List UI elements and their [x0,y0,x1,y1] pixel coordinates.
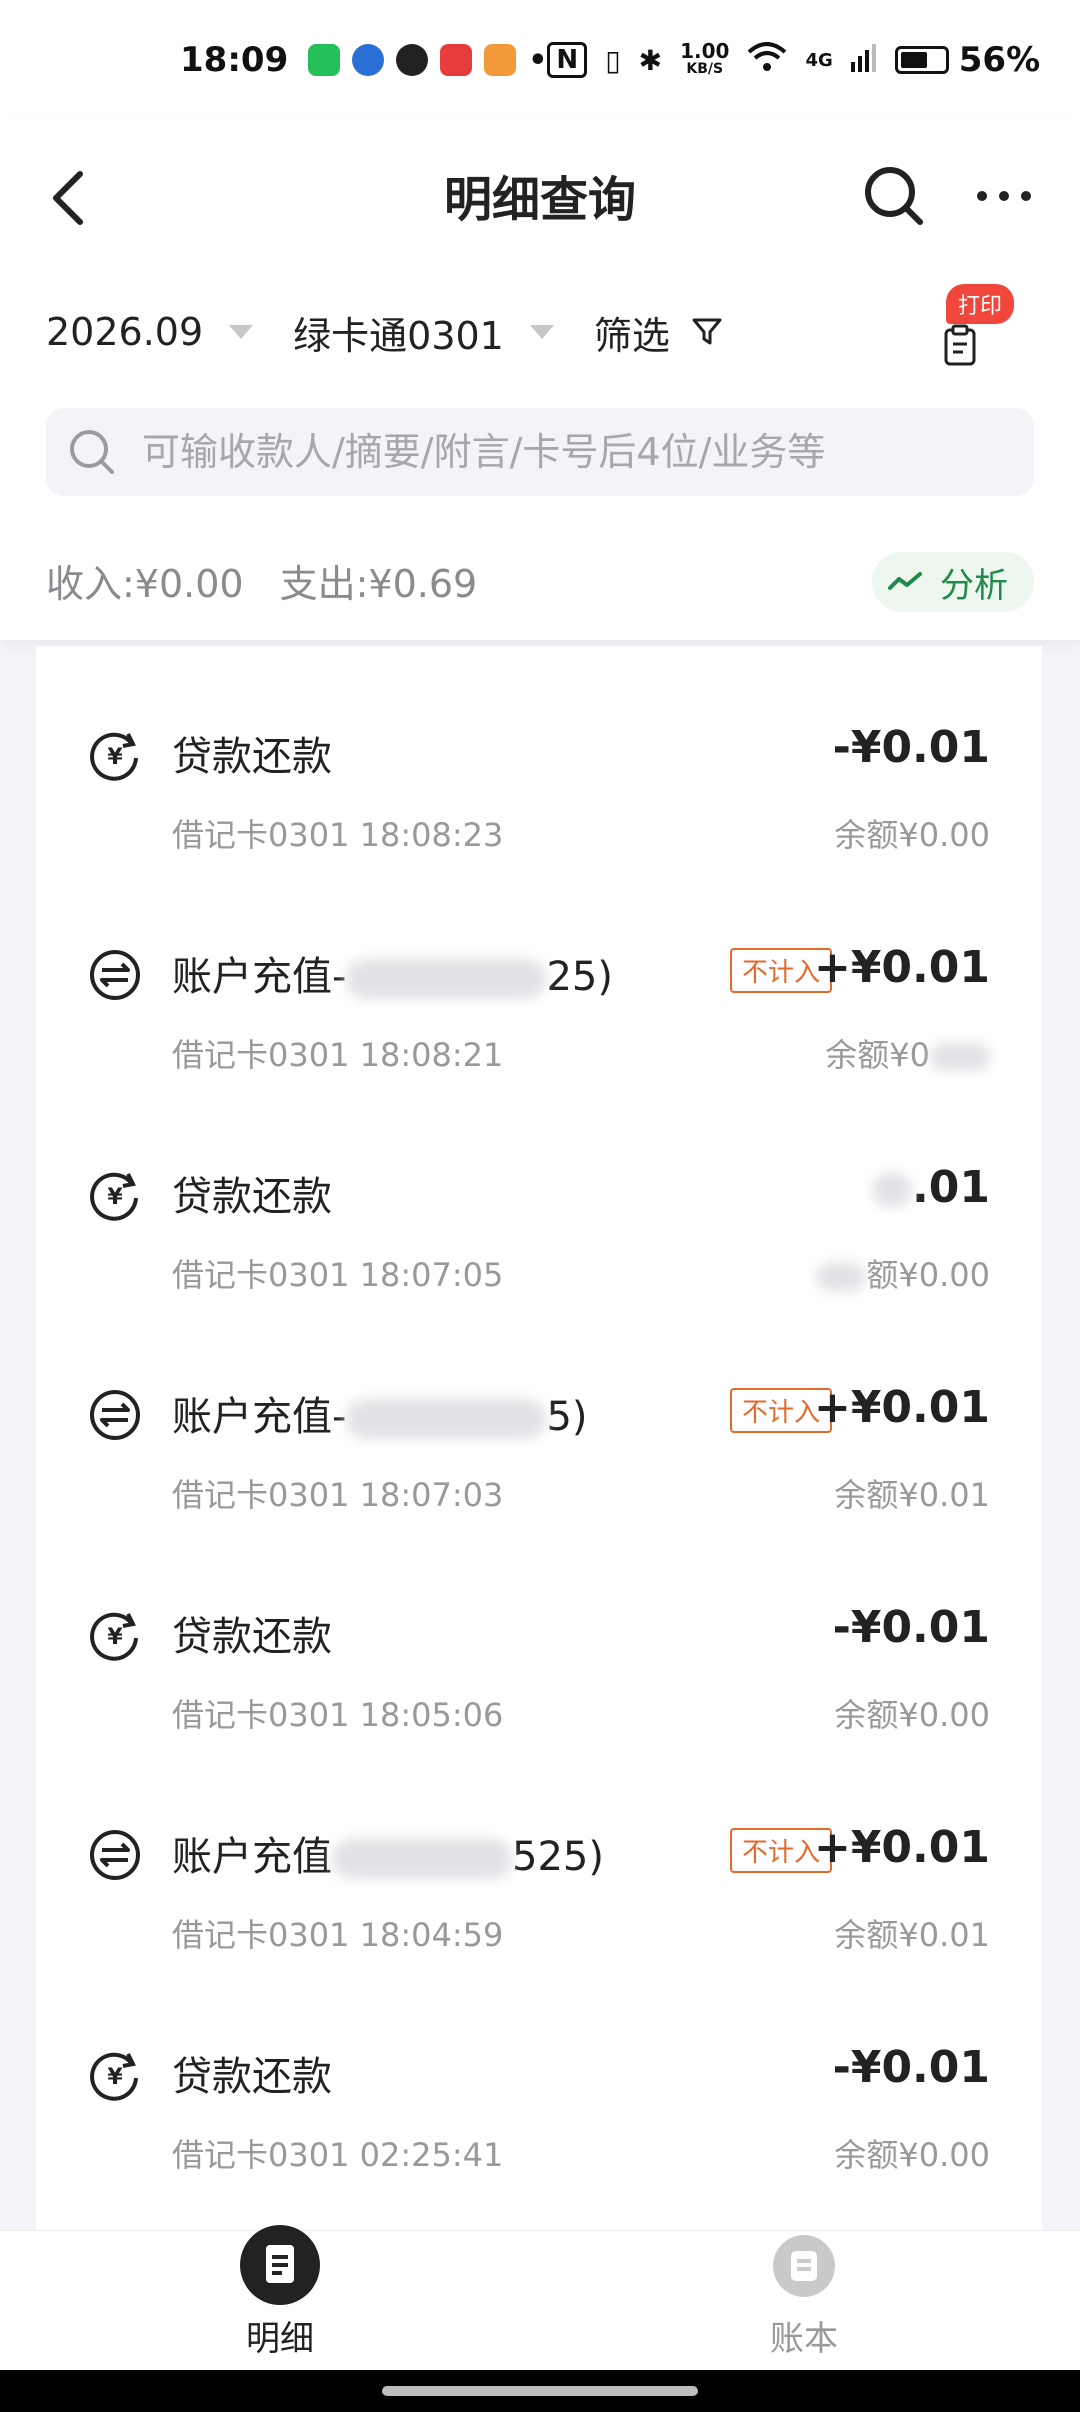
game-app-icon [484,44,517,76]
filter-button[interactable]: 筛选 [594,305,722,360]
battery-icon [894,46,949,74]
notification-icons: • [308,43,547,78]
transaction-row[interactable]: ¥ 贷款还款 借记卡0301 02:25:41 -¥0.01 余额¥0.00 [36,1988,1042,2208]
document-icon [944,324,976,366]
svg-text:¥: ¥ [107,745,123,770]
battery-indicator: 56% [894,40,1040,80]
print-button[interactable]: 打印 [924,284,1014,374]
network-type: 4G [805,49,833,71]
redacted-text [930,1043,990,1071]
tab-bar: 明细 账本 [0,2225,1080,2371]
search-icon [70,430,114,474]
print-badge: 打印 [945,284,1014,324]
nav-bar: 明细查询 [0,120,1080,270]
status-time: 18:09 [180,40,289,80]
status-bar: 18:09 • N ▯ ✱ 1.00 KB/S 4G 56% [0,0,1080,120]
search-input[interactable] [140,429,1004,475]
net-speed: 1.00 KB/S [680,39,730,77]
loan-repay-icon: ¥ [90,2052,138,2101]
signal-icon [850,42,877,79]
header: 明细查询 2026.09 绿卡通0301 筛选 打印 收入:¥0.00 [0,120,1080,640]
qq-icon [396,44,429,76]
transaction-row[interactable]: ¥ 贷款还款 借记卡0301 18:08:23 -¥0.01 余额¥0.00 [36,668,1042,888]
transaction-row[interactable]: 账户充值- 5) 借记卡0301 18:07:03 不计入 +¥0.01 余额¥0… [36,1328,1042,1548]
tab-detail[interactable]: 明细 [150,2225,410,2371]
redacted-text [332,1839,512,1879]
redacted-text [872,1173,913,1207]
expense-total: 支出:¥0.69 [279,561,478,606]
redacted-text [346,959,547,999]
search-icon [865,167,923,225]
caret-down-icon [229,325,254,339]
transaction-row[interactable]: 账户充值 525) 借记卡0301 18:04:59 不计入 +¥0.01 余额¥… [36,1768,1042,1988]
redacted-text [346,1399,547,1439]
caret-down-icon [529,325,554,339]
filter-bar: 2026.09 绿卡通0301 筛选 打印 [46,284,1040,372]
home-indicator[interactable] [382,2386,698,2396]
svg-text:¥: ¥ [107,1185,123,1210]
trend-icon [888,572,922,590]
transaction-row[interactable]: ¥ 贷款还款 借记卡0301 18:05:06 -¥0.01 余额¥0.00 [36,1548,1042,1768]
ledger-icon [773,2235,835,2297]
redacted-text [816,1263,867,1291]
svg-text:¥: ¥ [107,2065,123,2090]
transfer-icon [90,1830,140,1880]
loan-repay-icon: ¥ [90,732,138,781]
app-icon [352,44,385,76]
loan-repay-icon: ¥ [90,1172,138,1221]
summary-bar: 收入:¥0.00 支出:¥0.69 分析 [46,540,1034,620]
transaction-row[interactable]: 账户充值- 25) 借记卡0301 18:08:21 不计入 +¥0.01 余额¥… [36,888,1042,1108]
transaction-list: ¥ 贷款还款 借记卡0301 18:08:23 -¥0.01 余额¥0.00 账… [36,646,1042,2230]
detail-document-icon [240,2225,320,2305]
more-button[interactable] [974,176,1034,216]
income-total: 收入:¥0.00 [46,561,244,606]
nfc-icon: N [547,42,588,78]
search-bar [46,408,1034,496]
wechat-icon [308,44,341,76]
search-button[interactable] [862,164,926,228]
transaction-row[interactable]: ¥ 贷款还款 借记卡0301 18:07:05 .01 额¥0.00 [36,1108,1042,1328]
loan-repay-icon: ¥ [90,1612,138,1661]
video-app-icon [440,44,473,76]
more-notifications-icon: • [528,42,548,78]
vibrate-icon: ▯ [605,43,621,77]
transfer-icon [90,950,140,1000]
svg-text:¥: ¥ [107,1625,123,1650]
funnel-icon [692,318,722,345]
wifi-icon [747,41,787,79]
month-selector[interactable]: 2026.09 [46,310,254,354]
bluetooth-icon: ✱ [638,43,663,77]
transfer-icon [90,1390,140,1440]
analysis-button[interactable]: 分析 [872,552,1034,612]
more-dots-icon [977,191,1031,201]
card-selector[interactable]: 绿卡通0301 [293,305,554,360]
tab-ledger[interactable]: 账本 [674,2231,934,2371]
